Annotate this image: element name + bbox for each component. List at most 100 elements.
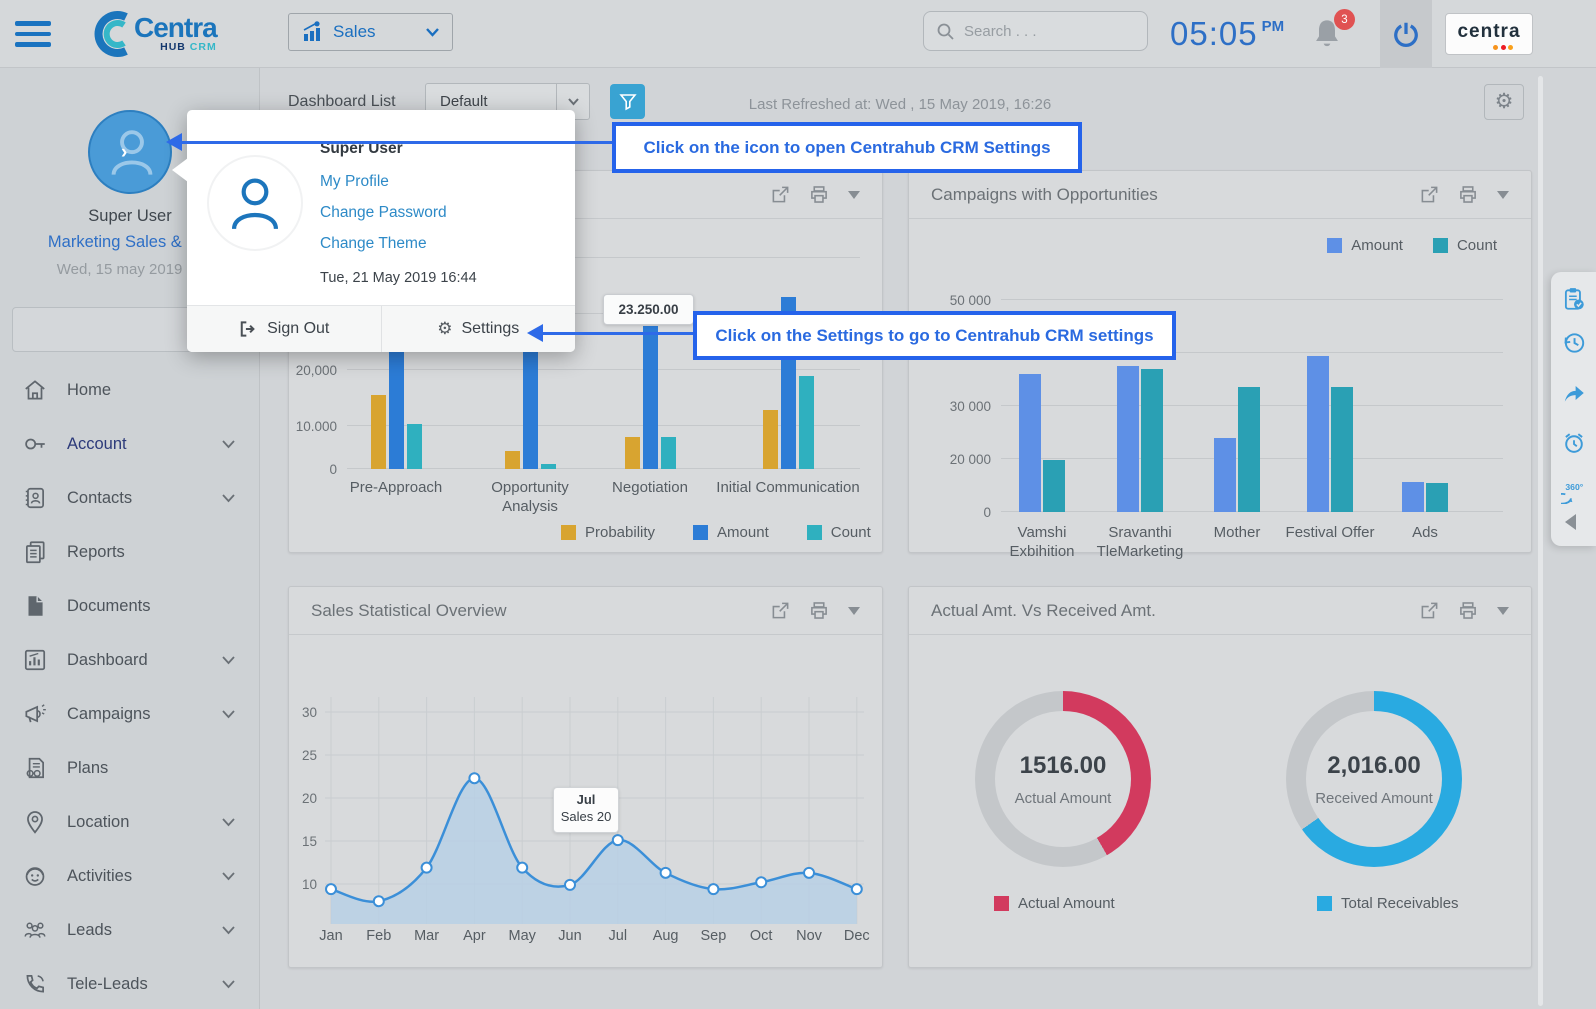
collapse-caret-icon[interactable] bbox=[1497, 607, 1509, 615]
filter-button[interactable] bbox=[610, 84, 645, 119]
open-in-new-icon[interactable] bbox=[1420, 601, 1439, 620]
legend-item-amount[interactable]: Amount bbox=[693, 524, 769, 541]
bar-amount[interactable] bbox=[1402, 482, 1424, 512]
settings-button[interactable]: ⚙ Settings bbox=[382, 306, 576, 352]
reports-icon bbox=[20, 539, 50, 565]
sidebar-item-campaigns[interactable]: Campaigns bbox=[0, 687, 260, 741]
alarm-clock-icon[interactable] bbox=[1561, 430, 1587, 456]
print-icon[interactable] bbox=[1458, 601, 1478, 620]
notifications-button[interactable]: 3 bbox=[1311, 16, 1347, 56]
sidebar-item-documents[interactable]: Documents bbox=[0, 579, 260, 633]
sidebar-item-leads[interactable]: Leads bbox=[0, 903, 260, 957]
legend-item-count[interactable]: Count bbox=[1433, 237, 1497, 254]
search-input[interactable] bbox=[964, 23, 1124, 40]
arrow-to-avatar-head bbox=[166, 133, 182, 151]
share-forward-icon[interactable] bbox=[1561, 380, 1587, 406]
sales-statistical-overview-card: Sales Statistical Overview 1015202530Jan… bbox=[288, 586, 883, 968]
bar-amount[interactable] bbox=[1117, 366, 1139, 512]
sign-out-button[interactable]: Sign Out bbox=[187, 306, 381, 352]
user-avatar[interactable]: › bbox=[88, 110, 172, 194]
sidebar-item-activities[interactable]: Activities bbox=[0, 849, 260, 903]
actual-amount-donut[interactable]: 1516.00 Actual Amount bbox=[975, 691, 1151, 867]
brand-badge[interactable]: centra bbox=[1445, 13, 1533, 55]
bar-probability[interactable] bbox=[371, 395, 386, 469]
logout-power-button[interactable] bbox=[1380, 0, 1432, 68]
collapse-rail-icon[interactable] bbox=[1565, 514, 1576, 530]
bar-amount[interactable] bbox=[389, 336, 404, 469]
bar-amount[interactable] bbox=[1307, 356, 1329, 512]
dashboard-settings-button[interactable]: ⚙ bbox=[1484, 84, 1524, 120]
sidebar-item-reports[interactable]: Reports bbox=[0, 525, 260, 579]
sidebar-item-location[interactable]: Location bbox=[0, 795, 260, 849]
chevron-down-icon bbox=[557, 97, 589, 106]
bar-count[interactable] bbox=[541, 464, 556, 469]
sidebar-item-dashboard[interactable]: Dashboard bbox=[0, 633, 260, 687]
bar-amount[interactable] bbox=[1214, 438, 1236, 512]
callout-open-settings-icon: Click on the icon to open Centrahub CRM … bbox=[612, 122, 1082, 173]
popup-link-change-password[interactable]: Change Password bbox=[320, 204, 447, 222]
bar-count[interactable] bbox=[1238, 387, 1260, 512]
sidebar-item-account[interactable]: Account bbox=[0, 417, 260, 471]
gear-icon: ⚙ bbox=[437, 319, 452, 339]
bar-count[interactable] bbox=[799, 376, 814, 469]
hamburger-menu-icon[interactable] bbox=[15, 21, 53, 48]
svg-text:Jun: Jun bbox=[558, 928, 581, 944]
scrollbar-track[interactable] bbox=[1538, 76, 1543, 1006]
popup-link-change-theme[interactable]: Change Theme bbox=[320, 235, 447, 253]
collapse-caret-icon[interactable] bbox=[848, 607, 860, 615]
sidebar-item-label: Documents bbox=[67, 597, 236, 616]
bar-group-festival-offer bbox=[1307, 356, 1353, 512]
bar-count[interactable] bbox=[1331, 387, 1353, 512]
bar-probability[interactable] bbox=[505, 451, 520, 469]
chevron-down-icon bbox=[221, 655, 236, 665]
user-profile-popup: Super User My ProfileChange PasswordChan… bbox=[187, 110, 575, 352]
collapse-caret-icon[interactable] bbox=[1497, 191, 1509, 199]
print-icon[interactable] bbox=[809, 601, 829, 620]
bar-count[interactable] bbox=[661, 437, 676, 469]
sidebar-item-label: Leads bbox=[67, 921, 221, 940]
bar-probability[interactable] bbox=[625, 437, 640, 469]
dashboard-select-value: Default bbox=[426, 93, 556, 110]
sidebar-item-contacts[interactable]: Contacts bbox=[0, 471, 260, 525]
module-selector-dropdown[interactable]: Sales bbox=[288, 13, 453, 51]
last-refreshed-text: Last Refreshed at: Wed , 15 May 2019, 16… bbox=[660, 96, 1140, 113]
open-in-new-icon[interactable] bbox=[771, 601, 790, 620]
legend-item-amount[interactable]: Amount bbox=[1327, 237, 1403, 254]
sidebar-item-label: Dashboard bbox=[67, 651, 221, 670]
svg-text:Jan: Jan bbox=[319, 928, 342, 944]
bar-count[interactable] bbox=[1141, 369, 1163, 512]
bar-probability[interactable] bbox=[763, 410, 778, 469]
bar-amount[interactable] bbox=[1019, 374, 1041, 512]
sidebar-item-plans[interactable]: Plans bbox=[0, 741, 260, 795]
bar-count[interactable] bbox=[1426, 483, 1448, 512]
clock: 05:05PM bbox=[1170, 15, 1284, 53]
x-axis-label: Ads bbox=[1365, 524, 1485, 543]
print-icon[interactable] bbox=[1458, 185, 1478, 204]
bar-count[interactable] bbox=[1043, 460, 1065, 512]
collapse-caret-icon[interactable] bbox=[848, 191, 860, 199]
open-in-new-icon[interactable] bbox=[771, 185, 790, 204]
tasks-clipboard-icon[interactable] bbox=[1561, 286, 1587, 312]
chevron-down-icon bbox=[221, 979, 236, 989]
chevron-down-icon bbox=[221, 817, 236, 827]
sign-out-label: Sign Out bbox=[267, 320, 329, 338]
received-amount-donut[interactable]: 2,016.00 Received Amount bbox=[1286, 691, 1462, 867]
sidebar-item-tele-leads[interactable]: Tele-Leads bbox=[0, 957, 260, 1009]
legend-item-count[interactable]: Count bbox=[807, 524, 871, 541]
legend-item-total-receivables[interactable]: Total Receivables bbox=[1317, 895, 1459, 912]
legend-swatch bbox=[1317, 896, 1332, 911]
legend-item-actual-amount[interactable]: Actual Amount bbox=[994, 895, 1115, 912]
popup-link-my-profile[interactable]: My Profile bbox=[320, 173, 447, 191]
open-in-new-icon[interactable] bbox=[1420, 185, 1439, 204]
bar-amount[interactable] bbox=[643, 326, 658, 469]
sidebar-item-home[interactable]: Home bbox=[0, 363, 260, 417]
logo-crm-text: CRM bbox=[190, 41, 217, 53]
legend-item-probability[interactable]: Probability bbox=[561, 524, 655, 541]
rotate-360-icon[interactable]: 360° bbox=[1561, 478, 1587, 504]
bar-count[interactable] bbox=[407, 424, 422, 469]
card3-title: Sales Statistical Overview bbox=[311, 601, 771, 621]
history-icon[interactable] bbox=[1561, 330, 1587, 356]
settings-label: Settings bbox=[461, 320, 519, 338]
print-icon[interactable] bbox=[809, 185, 829, 204]
actual-vs-received-card: Actual Amt. Vs Received Amt. 1516.00 Act… bbox=[908, 586, 1532, 968]
